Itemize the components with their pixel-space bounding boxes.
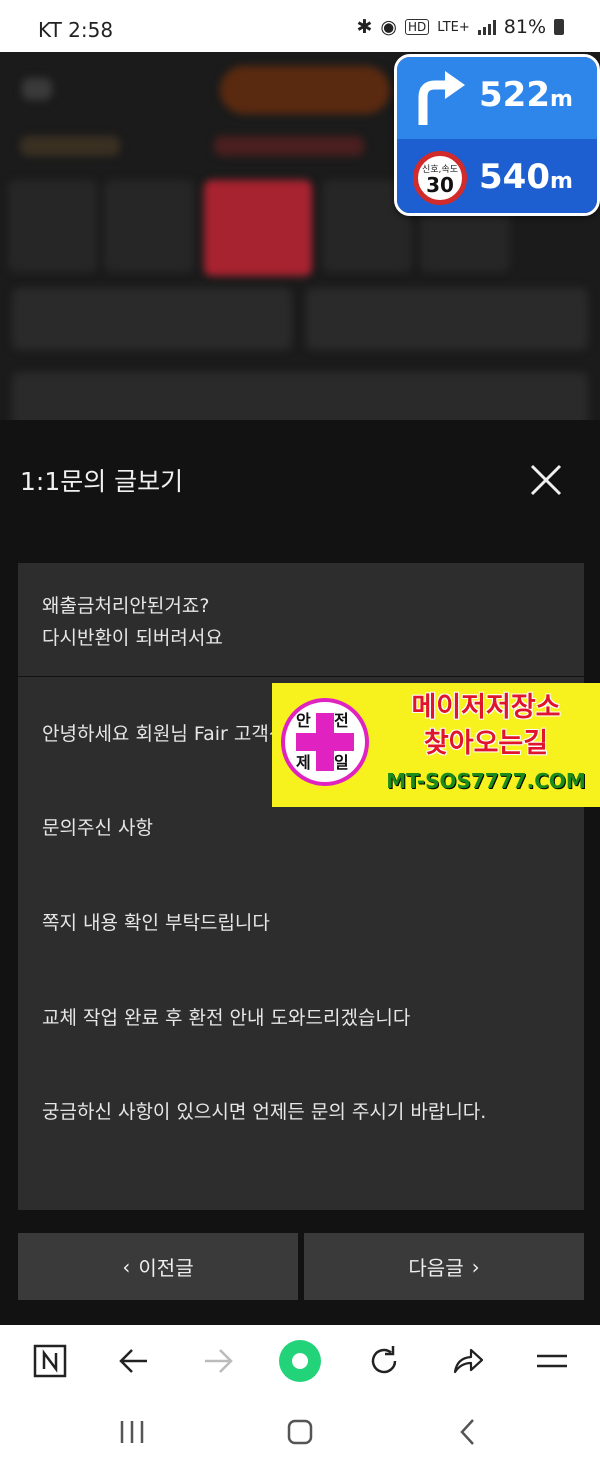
- forward-arrow-icon: [205, 1349, 233, 1373]
- logo-char: 제: [296, 753, 311, 772]
- speed-distance-unit: m: [549, 169, 573, 194]
- next-post-button[interactable]: 다음글 ›: [304, 1233, 584, 1300]
- logo-char: 전: [334, 711, 349, 730]
- inquiry-modal: 1:1문의 글보기 왜출금처리안된거죠? 다시반환이 되버려서요 안녕하세요 회…: [0, 420, 600, 1325]
- green-dot-icon: [279, 1340, 321, 1382]
- battery-icon: [554, 19, 564, 35]
- question-line: 왜출금처리안된거죠?: [42, 595, 210, 617]
- system-back-button[interactable]: [448, 1415, 488, 1449]
- bg-panel: [12, 372, 588, 420]
- n-home-button[interactable]: [28, 1339, 72, 1383]
- logo-char: 안: [296, 711, 311, 730]
- ad-headline: 메이저저장소: [411, 692, 561, 723]
- speed-distance: 540m: [479, 157, 573, 197]
- signal-icon: [477, 19, 496, 35]
- status-time: KT 2:58: [38, 18, 114, 42]
- n-home-icon: [33, 1344, 67, 1378]
- close-icon: [530, 464, 562, 496]
- home-icon: [287, 1419, 313, 1445]
- share-icon: [453, 1348, 484, 1374]
- hd-badge: HD: [405, 19, 430, 35]
- bg-button: [12, 288, 292, 350]
- ad-subheadline: 찾아오는길: [423, 728, 549, 759]
- status-bar: KT 2:58 ✱ ◉ HD LTE+ 81%: [0, 0, 600, 52]
- home-button[interactable]: [280, 1415, 320, 1449]
- answer-line: 문의주신 사항: [42, 817, 153, 839]
- refresh-button[interactable]: [362, 1339, 406, 1383]
- bg-row: [214, 136, 364, 156]
- turn-panel: 522m: [397, 57, 597, 139]
- bluetooth-icon: ✱: [356, 16, 373, 38]
- bg-menu-icon: [22, 78, 52, 100]
- system-nav-bar: [0, 1397, 600, 1467]
- chevron-right-icon: ›: [471, 1254, 480, 1279]
- bg-tile: [8, 180, 98, 272]
- battery-percent: 81%: [503, 16, 546, 38]
- bg-logo: [220, 66, 390, 114]
- bg-tile-active: [204, 180, 312, 276]
- previous-post-label: 이전글: [138, 1256, 194, 1280]
- bg-button: [306, 288, 588, 350]
- recent-apps-button[interactable]: [112, 1415, 152, 1449]
- chevron-left-icon: ‹: [122, 1254, 131, 1279]
- system-back-icon: [460, 1419, 474, 1445]
- question-card: 왜출금처리안된거죠? 다시반환이 되버려서요: [18, 563, 584, 676]
- question-line: 다시반환이 되버려서요: [42, 627, 223, 649]
- browser-toolbar: [0, 1325, 600, 1397]
- answer-line: 쪽지 내용 확인 부탁드립니다: [42, 912, 270, 934]
- back-button[interactable]: [112, 1339, 156, 1383]
- screen: KT 2:58 ✱ ◉ HD LTE+ 81% 522m 신호,속도 30 54…: [0, 0, 600, 1467]
- ad-url: MT-SOS7777.COM: [386, 769, 586, 793]
- status-icons: ✱ ◉ HD LTE+ 81%: [356, 16, 564, 38]
- turn-distance-value: 522: [479, 75, 550, 115]
- location-icon: ◉: [380, 16, 397, 38]
- ad-sticker: 안 전 제 일 메이저저장소 찾아오는길 MT-SOS7777.COM: [272, 683, 600, 807]
- speed-panel: 신호,속도 30 540m: [397, 139, 597, 213]
- bg-tile: [104, 180, 194, 272]
- speed-limit-sign: 신호,속도 30: [413, 151, 467, 205]
- menu-icon: [537, 1354, 567, 1368]
- back-arrow-icon: [119, 1349, 147, 1373]
- share-button[interactable]: [446, 1339, 490, 1383]
- turn-distance-unit: m: [549, 87, 573, 112]
- next-post-label: 다음글: [408, 1256, 464, 1280]
- green-dot-button[interactable]: [278, 1339, 322, 1383]
- close-button[interactable]: [526, 460, 566, 500]
- answer-line: 궁금하신 사항이 있으시면 언제든 문의 주시기 바랍니다.: [42, 1101, 487, 1123]
- modal-title: 1:1문의 글보기: [20, 467, 184, 496]
- turn-distance: 522m: [479, 75, 573, 115]
- previous-post-button[interactable]: ‹ 이전글: [18, 1233, 298, 1300]
- menu-button[interactable]: [530, 1339, 574, 1383]
- speed-limit-value: 30: [426, 173, 454, 197]
- turn-right-arrow-icon: [418, 71, 465, 125]
- recent-apps-icon: [120, 1421, 144, 1443]
- refresh-icon: [371, 1346, 397, 1374]
- logo-char: 일: [334, 753, 349, 772]
- answer-line: 교체 작업 완료 후 환전 안내 도와드리겠습니다: [42, 1007, 411, 1029]
- bg-row: [20, 136, 120, 156]
- speed-distance-value: 540: [479, 157, 550, 197]
- safety-cross-logo: [281, 698, 369, 786]
- network-label: LTE+: [437, 19, 470, 35]
- navigation-widget[interactable]: 522m 신호,속도 30 540m: [394, 54, 600, 216]
- forward-button[interactable]: [196, 1339, 240, 1383]
